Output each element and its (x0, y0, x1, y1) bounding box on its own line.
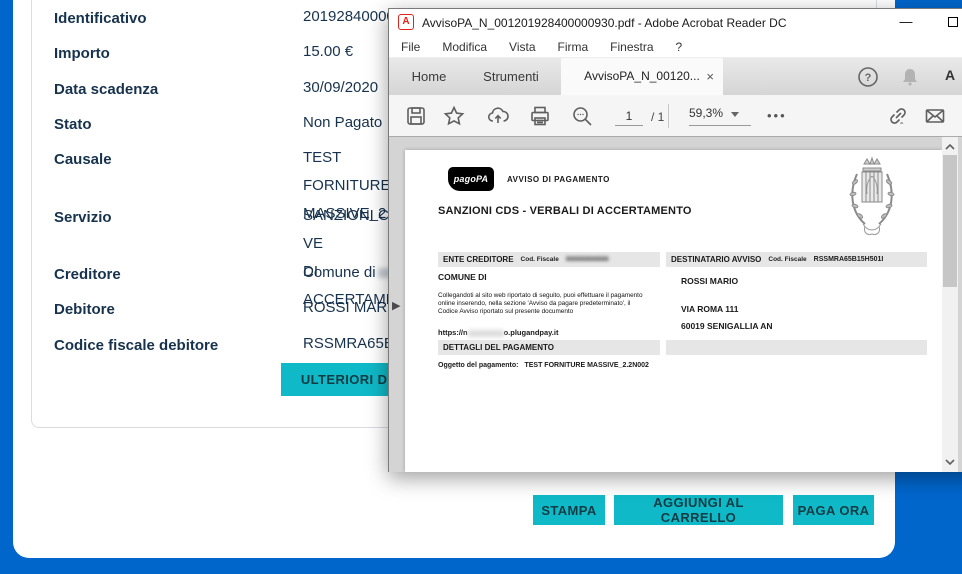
scrollbar-thumb[interactable] (943, 155, 957, 287)
destinatario-name: ROSSI MARIO (681, 276, 738, 286)
row-label: Identificativo (54, 10, 274, 27)
destinatario-address: VIA ROMA 111 (681, 304, 738, 314)
scroll-down-icon[interactable] (942, 454, 958, 470)
ente-creditore-header: ENTE CREDITORE Cod. Fiscale 00000000000 (438, 252, 660, 267)
menu-modifica[interactable]: Modifica (442, 40, 487, 54)
paga-ora-button[interactable]: PAGA ORA (793, 495, 874, 525)
menu-bar: File Modifica Vista Firma Finestra ? (389, 36, 962, 58)
oggetto-pagamento: Oggetto del pagamento: TEST FORNITURE MA… (438, 362, 649, 369)
avviso-label: AVVISO DI PAGAMENTO (507, 175, 610, 184)
pdf-page: pagoPA AVVISO DI PAGAMENTO SANZIONI CDS … (405, 150, 942, 472)
help-icon[interactable]: ? (857, 66, 879, 88)
window-titlebar[interactable]: A AvvisoPA_N_001201928400000930.pdf - Ad… (389, 9, 962, 36)
page-total-label: / 1 (651, 110, 664, 124)
chevron-down-icon (731, 112, 739, 117)
row-label: Creditore (54, 266, 274, 283)
pdf-file-icon: A (398, 14, 414, 30)
maximize-icon (948, 17, 958, 27)
row-label: Data scadenza (54, 81, 274, 98)
menu-firma[interactable]: Firma (558, 40, 589, 54)
acrobat-reader-window: A AvvisoPA_N_001201928400000930.pdf - Ad… (388, 8, 962, 472)
toolbar: / 1 59,3% ••• (389, 95, 962, 137)
payment-instructions-note: Collegandoti al sito web riportato di se… (438, 292, 648, 316)
page-number-input[interactable] (615, 106, 643, 126)
more-tools-icon[interactable]: ••• (767, 108, 787, 123)
menu-file[interactable]: File (401, 40, 420, 54)
sign-in-partial[interactable]: A (945, 67, 955, 83)
payment-url: https://no.plugandpay.it (438, 328, 558, 337)
toolbar-divider (668, 104, 669, 128)
row-label: Causale (54, 151, 274, 168)
ente-name: COMUNE DI (438, 272, 487, 282)
pdf-document-title: SANZIONI CDS - VERBALI DI ACCERTAMENTO (438, 205, 692, 217)
dettagli-pagamento-header-right (666, 340, 927, 355)
share-link-icon[interactable] (887, 105, 909, 127)
zoom-search-icon[interactable] (571, 105, 593, 127)
row-label: Stato (54, 116, 274, 133)
navigation-pane-toggle-icon[interactable]: ▶ (392, 299, 400, 312)
save-icon[interactable] (405, 105, 427, 127)
aggiungi-al-carrello-button[interactable]: AGGIUNGI AL CARRELLO (614, 495, 783, 525)
row-label: Codice fiscale debitore (54, 337, 274, 354)
municipal-crest-icon (843, 154, 901, 242)
redacted-cod-fiscale: 00000000000 (566, 256, 609, 263)
pagopa-logo: pagoPA (448, 167, 494, 191)
tab-document[interactable]: AvvisoPA_N_00120... × (561, 58, 723, 95)
row-label: Importo (54, 45, 274, 62)
row-label: Debitore (54, 301, 274, 318)
email-icon[interactable] (924, 105, 946, 127)
menu-finestra[interactable]: Finestra (610, 40, 653, 54)
stampa-button[interactable]: STAMPA (533, 495, 605, 525)
tab-home[interactable]: Home (397, 58, 461, 95)
menu-vista[interactable]: Vista (509, 40, 535, 54)
scroll-up-icon[interactable] (942, 139, 958, 155)
row-label: Servizio (54, 209, 274, 226)
zoom-level-control[interactable]: 59,3% (689, 106, 751, 126)
tab-bar: Home Strumenti AvvisoPA_N_00120... × ? A (389, 58, 962, 95)
tab-close-icon[interactable]: × (706, 58, 714, 95)
cloud-upload-icon[interactable] (487, 105, 509, 127)
screen: Identificativo 20192840000093 Importo 15… (0, 0, 962, 574)
dettagli-pagamento-header: DETTAGLI DEL PAGAMENTO (438, 340, 660, 355)
maximize-button[interactable] (931, 9, 962, 36)
window-title: AvvisoPA_N_001201928400000930.pdf - Adob… (422, 16, 787, 30)
notifications-bell-icon[interactable] (899, 66, 921, 88)
menu-help[interactable]: ? (676, 40, 683, 54)
vertical-scrollbar[interactable] (942, 137, 958, 472)
tab-document-label: AvvisoPA_N_00120... (584, 58, 700, 95)
redacted-smudge (468, 330, 504, 337)
tab-strumenti[interactable]: Strumenti (469, 58, 553, 95)
destinatario-city: 60019 SENIGALLIA AN (681, 321, 772, 331)
document-canvas: ▶ pagoPA AVVISO DI PAGAMENTO SANZIONI CD… (389, 137, 962, 472)
minimize-button[interactable]: — (884, 9, 928, 36)
svg-text:?: ? (865, 72, 872, 84)
print-icon[interactable] (529, 105, 551, 127)
destinatario-header: DESTINATARIO AVVISO Cod. Fiscale RSSMRA6… (666, 252, 927, 267)
favorites-star-icon[interactable] (443, 105, 465, 127)
